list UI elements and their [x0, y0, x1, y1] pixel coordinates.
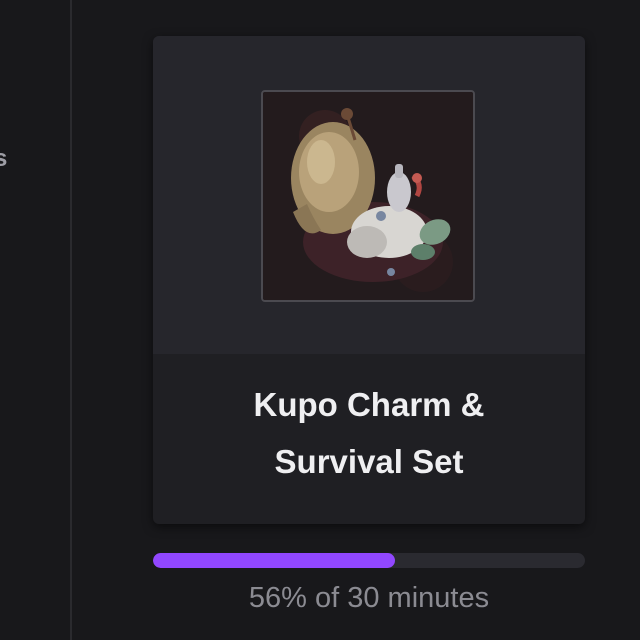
- reward-item-frame: [261, 90, 475, 302]
- left-sidebar: s: [0, 0, 72, 640]
- reward-title-area: Kupo Charm & Survival Set: [153, 354, 585, 524]
- reward-title: Kupo Charm & Survival Set: [219, 376, 519, 490]
- sidebar-text-fragment: s: [0, 145, 8, 172]
- progress-label: 56% of 30 minutes: [248, 582, 490, 614]
- progress-bar-fill: [153, 553, 395, 568]
- reward-title-line-1: Kupo Charm &: [253, 386, 485, 423]
- drops-reward-page: s Kupo Charm & Survival Set 56% of 30 mi…: [0, 0, 640, 640]
- progress-bar: [153, 553, 585, 568]
- kupo-charm-item-icon: [263, 92, 473, 300]
- reward-image-area: [153, 36, 585, 354]
- reward-card[interactable]: Kupo Charm & Survival Set: [153, 36, 585, 524]
- reward-title-line-2: Survival Set: [274, 443, 464, 480]
